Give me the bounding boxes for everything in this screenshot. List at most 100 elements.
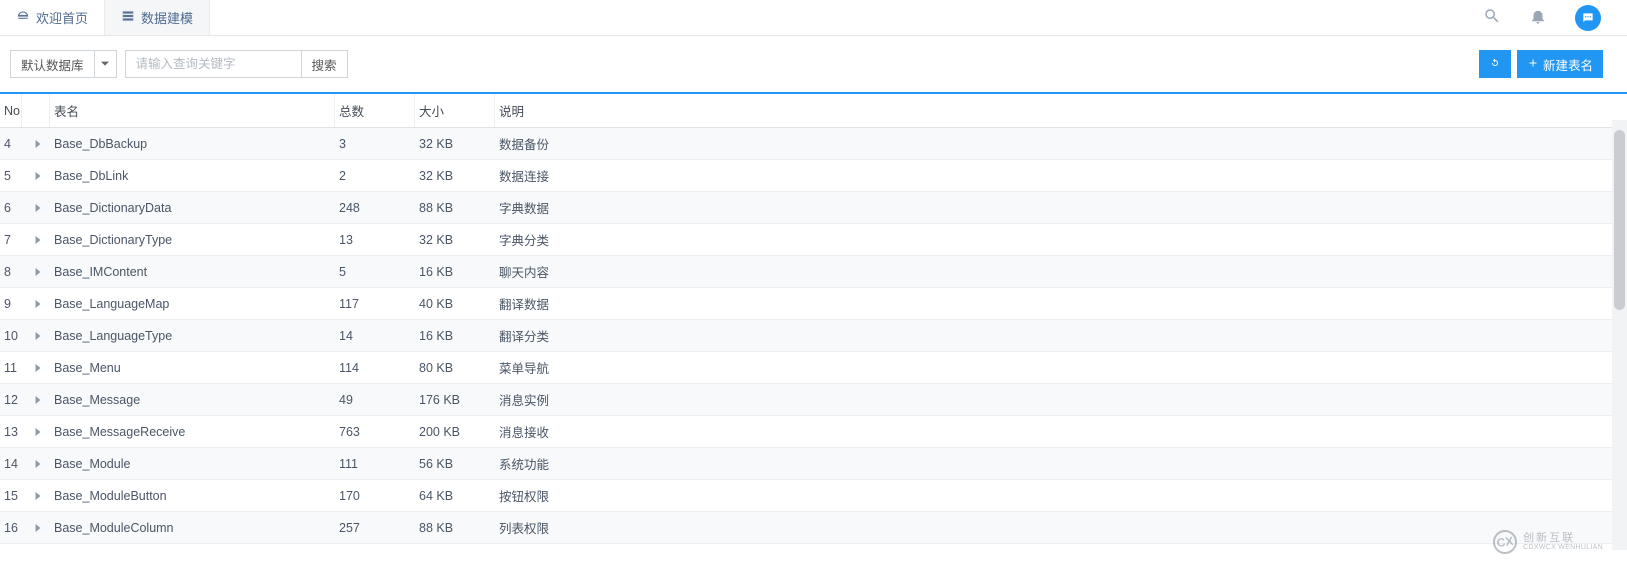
table-row[interactable]: 10Base_LanguageType1416 KB翻译分类 <box>0 320 1627 352</box>
col-no: No <box>0 94 22 127</box>
cell-name: Base_DbLink <box>50 169 335 183</box>
cell-total: 3 <box>335 137 415 151</box>
table-row[interactable]: 11Base_Menu11480 KB菜单导航 <box>0 352 1627 384</box>
cell-size: 200 KB <box>415 425 495 439</box>
cell-name: Base_IMContent <box>50 265 335 279</box>
table-row[interactable]: 5 Base_DbLink232 KB数据连接 <box>0 160 1627 192</box>
refresh-button[interactable] <box>1479 50 1511 78</box>
cell-total: 257 <box>335 521 415 535</box>
expand-row-icon[interactable] <box>22 492 50 500</box>
table-row[interactable]: 7Base_DictionaryType1332 KB字典分类 <box>0 224 1627 256</box>
cell-no: 14 <box>0 457 22 471</box>
tab-label: 欢迎首页 <box>36 8 88 27</box>
expand-row-icon[interactable] <box>22 300 50 308</box>
database-select[interactable]: 默认数据库 <box>10 50 117 78</box>
cell-no: 15 <box>0 489 22 503</box>
cell-total: 117 <box>335 297 415 311</box>
tab-data-model[interactable]: 数据建模 <box>105 0 210 35</box>
table-row[interactable]: 13Base_MessageReceive763200 KB消息接收 <box>0 416 1627 448</box>
cell-no: 10 <box>0 329 22 343</box>
tab-label: 数据建模 <box>141 8 193 27</box>
cell-size: 176 KB <box>415 393 495 407</box>
cell-total: 49 <box>335 393 415 407</box>
cell-total: 14 <box>335 329 415 343</box>
expand-row-icon[interactable] <box>22 524 50 532</box>
cell-total: 114 <box>335 361 415 375</box>
cell-total: 2 <box>335 169 415 183</box>
database-label: 默认数据库 <box>11 55 94 74</box>
expand-row-icon[interactable] <box>22 460 50 468</box>
cell-size: 16 KB <box>415 329 495 343</box>
new-table-label: 新建表名 <box>1543 55 1593 74</box>
cell-size: 40 KB <box>415 297 495 311</box>
cell-name: Base_Message <box>50 393 335 407</box>
cell-name: Base_DbBackup <box>50 137 335 151</box>
table-row[interactable]: 16Base_ModuleColumn25788 KB列表权限 <box>0 512 1627 544</box>
new-table-button[interactable]: 新建表名 <box>1517 50 1603 78</box>
cell-no: 5 <box>0 169 22 183</box>
expand-row-icon[interactable] <box>22 364 50 372</box>
cell-desc: 数据连接 <box>495 166 1627 185</box>
cell-name: Base_Module <box>50 457 335 471</box>
scroll-thumb[interactable] <box>1614 130 1625 310</box>
cell-name: Base_ModuleButton <box>50 489 335 503</box>
table-row[interactable]: 15Base_ModuleButton17064 KB按钮权限 <box>0 480 1627 512</box>
col-expand <box>22 94 50 127</box>
table-row[interactable]: 9 Base_LanguageMap11740 KB翻译数据 <box>0 288 1627 320</box>
cell-name: Base_LanguageType <box>50 329 335 343</box>
col-total: 总数 <box>335 94 415 127</box>
cell-name: Base_MessageReceive <box>50 425 335 439</box>
cell-name: Base_LanguageMap <box>50 297 335 311</box>
expand-row-icon[interactable] <box>22 428 50 436</box>
expand-row-icon[interactable] <box>22 268 50 276</box>
cell-no: 16 <box>0 521 22 535</box>
expand-row-icon[interactable] <box>22 396 50 404</box>
expand-row-icon[interactable] <box>22 236 50 244</box>
chat-icon[interactable] <box>1575 5 1601 31</box>
bell-icon[interactable] <box>1529 7 1547 28</box>
refresh-icon <box>1489 57 1501 72</box>
search-icon[interactable] <box>1483 7 1501 28</box>
cell-desc: 消息实例 <box>495 390 1627 409</box>
cell-size: 32 KB <box>415 137 495 151</box>
cell-no: 6 <box>0 201 22 215</box>
cell-size: 64 KB <box>415 489 495 503</box>
table-row[interactable]: 4Base_DbBackup332 KB数据备份 <box>0 128 1627 160</box>
toolbar: 默认数据库 搜索 新建表名 <box>0 36 1627 94</box>
table-header: No 表名 总数 大小 说明 <box>0 94 1627 128</box>
tab-welcome[interactable]: 欢迎首页 <box>0 0 105 35</box>
cell-size: 56 KB <box>415 457 495 471</box>
expand-row-icon[interactable] <box>22 204 50 212</box>
col-name: 表名 <box>50 94 335 127</box>
cell-size: 80 KB <box>415 361 495 375</box>
cell-name: Base_DictionaryType <box>50 233 335 247</box>
cell-no: 8 <box>0 265 22 279</box>
expand-row-icon[interactable] <box>22 140 50 148</box>
top-tab-bar: 欢迎首页 数据建模 <box>0 0 1627 36</box>
table-row[interactable]: 8Base_IMContent516 KB聊天内容 <box>0 256 1627 288</box>
cell-no: 9 <box>0 297 22 311</box>
cell-total: 111 <box>335 457 415 471</box>
search-button[interactable]: 搜索 <box>301 51 347 77</box>
dashboard-icon <box>16 9 30 26</box>
table-icon <box>121 9 135 26</box>
cell-desc: 消息接收 <box>495 422 1627 441</box>
cell-total: 13 <box>335 233 415 247</box>
expand-row-icon[interactable] <box>22 332 50 340</box>
vertical-scrollbar[interactable] <box>1612 120 1627 550</box>
expand-row-icon[interactable] <box>22 172 50 180</box>
cell-no: 11 <box>0 361 22 375</box>
cell-no: 13 <box>0 425 22 439</box>
cell-desc: 字典数据 <box>495 198 1627 217</box>
cell-desc: 翻译数据 <box>495 294 1627 313</box>
cell-size: 32 KB <box>415 169 495 183</box>
table-row[interactable]: 12Base_Message49176 KB消息实例 <box>0 384 1627 416</box>
chevron-down-icon[interactable] <box>94 51 116 77</box>
cell-desc: 字典分类 <box>495 230 1627 249</box>
table-row[interactable]: 6Base_DictionaryData24888 KB字典数据 <box>0 192 1627 224</box>
search-group: 搜索 <box>125 50 348 78</box>
data-table: No 表名 总数 大小 说明 4Base_DbBackup332 KB数据备份5… <box>0 94 1627 544</box>
cell-name: Base_Menu <box>50 361 335 375</box>
search-input[interactable] <box>126 51 301 77</box>
table-row[interactable]: 14Base_Module11156 KB系统功能 <box>0 448 1627 480</box>
